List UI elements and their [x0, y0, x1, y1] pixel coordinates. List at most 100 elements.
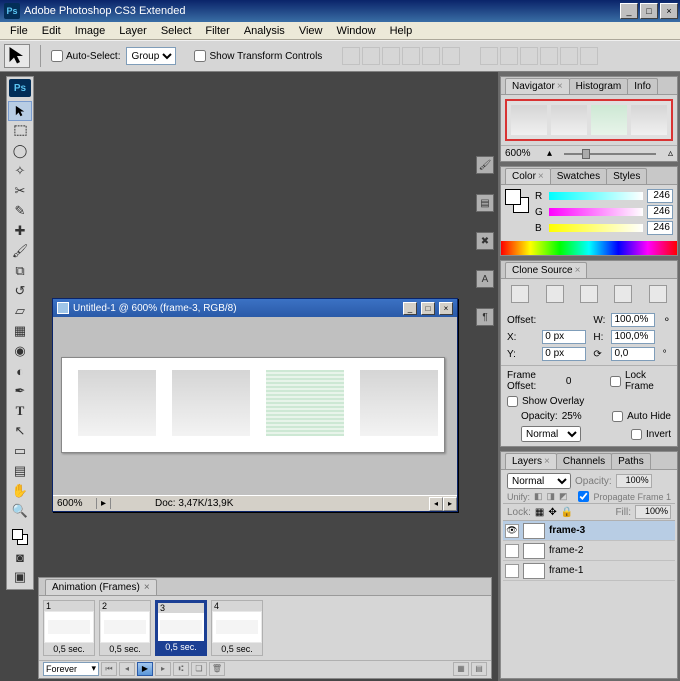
pen-tool-icon[interactable]: ✒	[8, 381, 32, 401]
tab-styles[interactable]: Styles	[606, 168, 647, 184]
menu-image[interactable]: Image	[69, 24, 112, 38]
menu-window[interactable]: Window	[330, 24, 381, 38]
doc-maximize-button[interactable]: □	[421, 302, 435, 315]
zoom-menu-icon[interactable]: ▸	[101, 498, 106, 509]
animation-frame-3[interactable]: 3 0,5 sec.	[155, 600, 207, 656]
history-brush-tool-icon[interactable]: ↺	[8, 281, 32, 301]
dist-bottom-icon[interactable]	[520, 47, 538, 65]
wand-tool-icon[interactable]: ✧	[8, 161, 32, 181]
layer-thumbnail[interactable]	[523, 563, 545, 579]
tween-icon[interactable]: ⑆	[173, 662, 189, 676]
menu-select[interactable]: Select	[155, 24, 198, 38]
clone-source-3-icon[interactable]	[580, 285, 598, 303]
loop-selector[interactable]: Forever▾	[43, 662, 99, 676]
visibility-icon[interactable]	[505, 564, 519, 578]
lock-pixels-icon[interactable]: ▦	[535, 507, 544, 518]
new-frame-icon[interactable]: ❏	[191, 662, 207, 676]
lock-position-icon[interactable]: ✥	[548, 507, 556, 518]
layercomps-dock-icon[interactable]: ✖	[476, 232, 494, 250]
doc-close-button[interactable]: ×	[439, 302, 453, 315]
next-frame-icon[interactable]: ▸	[155, 662, 171, 676]
tab-layers[interactable]: Layers×	[505, 453, 557, 469]
propagate-checkbox[interactable]: Propagate Frame 1	[578, 491, 671, 502]
path-tool-icon[interactable]: ↖	[8, 421, 32, 441]
brush-tool-icon[interactable]: 🖌	[8, 241, 32, 261]
clone-source-5-icon[interactable]	[649, 285, 667, 303]
zoom-out-icon[interactable]: ▴	[547, 148, 552, 159]
play-icon[interactable]: ▶	[137, 662, 153, 676]
align-bottom-icon[interactable]	[382, 47, 400, 65]
doc-minimize-button[interactable]: _	[403, 302, 417, 315]
align-right-icon[interactable]	[442, 47, 460, 65]
unify-position-icon[interactable]: ◧	[534, 491, 543, 502]
b-slider[interactable]	[549, 224, 643, 232]
ps-badge-icon[interactable]: Ps	[9, 79, 31, 97]
g-value[interactable]: 246	[647, 205, 673, 219]
animation-frame-4[interactable]: 4 0,5 sec.	[211, 600, 263, 656]
menu-view[interactable]: View	[293, 24, 329, 38]
character-dock-icon[interactable]: A	[476, 270, 494, 288]
shape-tool-icon[interactable]: ▭	[8, 441, 32, 461]
align-top-icon[interactable]	[342, 47, 360, 65]
link-wh-icon[interactable]: ⚬	[663, 315, 671, 326]
auto-select-checkbox[interactable]: Auto-Select:	[51, 50, 120, 62]
overlay-opacity-field[interactable]: 25%	[562, 411, 596, 422]
navigator-zoom[interactable]: 600%	[505, 148, 541, 159]
document-zoom[interactable]: 600%	[53, 498, 97, 509]
notes-tool-icon[interactable]: ▤	[8, 461, 32, 481]
navigator-zoom-slider[interactable]	[564, 153, 656, 155]
maximize-button[interactable]: □	[640, 3, 658, 19]
blur-tool-icon[interactable]: ◉	[8, 341, 32, 361]
r-value[interactable]: 246	[647, 189, 673, 203]
unify-visibility-icon[interactable]: ◨	[547, 491, 556, 502]
paragraph-dock-icon[interactable]: ¶	[476, 308, 494, 326]
timeline-mode-icon[interactable]: ▦	[453, 662, 469, 676]
zoom-tool-icon[interactable]: 🔍	[8, 501, 32, 521]
move-tool-icon[interactable]	[8, 101, 32, 121]
g-slider[interactable]	[549, 208, 643, 216]
dist-top-icon[interactable]	[480, 47, 498, 65]
gradient-tool-icon[interactable]: ▦	[8, 321, 32, 341]
angle-field[interactable]: 0,0	[611, 347, 655, 361]
dist-vcenter-icon[interactable]	[500, 47, 518, 65]
layer-item-frame-3[interactable]: 👁 frame-3	[503, 521, 675, 541]
marquee-tool-icon[interactable]	[8, 121, 32, 141]
heal-tool-icon[interactable]: ✚	[8, 221, 32, 241]
close-button[interactable]: ×	[660, 3, 678, 19]
menu-help[interactable]: Help	[384, 24, 419, 38]
tab-swatches[interactable]: Swatches	[550, 168, 607, 184]
color-swatch-pair[interactable]	[505, 189, 529, 213]
layer-thumbnail[interactable]	[523, 523, 545, 539]
eyedropper-tool-icon[interactable]: ✎	[8, 201, 32, 221]
align-hcenter-icon[interactable]	[422, 47, 440, 65]
tab-info[interactable]: Info	[627, 78, 658, 94]
lock-all-icon[interactable]: 🔒	[561, 507, 573, 518]
y-field[interactable]: 0 px	[542, 347, 586, 361]
frame-delay[interactable]: 0,5 sec.	[212, 643, 262, 655]
lasso-tool-icon[interactable]: ◯	[8, 141, 32, 161]
tab-histogram[interactable]: Histogram	[569, 78, 629, 94]
minimize-button[interactable]: _	[620, 3, 638, 19]
frame-delay[interactable]: 0,5 sec.	[44, 643, 94, 655]
dist-hcenter-icon[interactable]	[560, 47, 578, 65]
dodge-tool-icon[interactable]: ◐	[8, 361, 32, 381]
align-left-icon[interactable]	[402, 47, 420, 65]
panel-menu-icon[interactable]: ▤	[471, 662, 487, 676]
lock-frame-checkbox[interactable]: Lock Frame	[610, 370, 671, 392]
close-tab-icon[interactable]: ×	[144, 582, 150, 593]
menu-file[interactable]: File	[4, 24, 34, 38]
clone-source-1-icon[interactable]	[511, 285, 529, 303]
menu-filter[interactable]: Filter	[199, 24, 235, 38]
layer-item-frame-2[interactable]: frame-2	[503, 541, 675, 561]
x-field[interactable]: 0 px	[542, 330, 586, 344]
layer-name[interactable]: frame-2	[549, 545, 583, 556]
hscroll-left-icon[interactable]: ◂	[429, 497, 443, 511]
document-titlebar[interactable]: Untitled-1 @ 600% (frame-3, RGB/8) _ □ ×	[53, 299, 457, 317]
tab-animation[interactable]: Animation (Frames)×	[45, 579, 157, 595]
auto-hide-checkbox[interactable]: Auto Hide	[612, 411, 671, 422]
overlay-mode-select[interactable]: Normal	[521, 426, 581, 442]
visibility-icon[interactable]	[505, 544, 519, 558]
layer-name[interactable]: frame-3	[549, 525, 585, 536]
menu-analysis[interactable]: Analysis	[238, 24, 291, 38]
dist-right-icon[interactable]	[580, 47, 598, 65]
